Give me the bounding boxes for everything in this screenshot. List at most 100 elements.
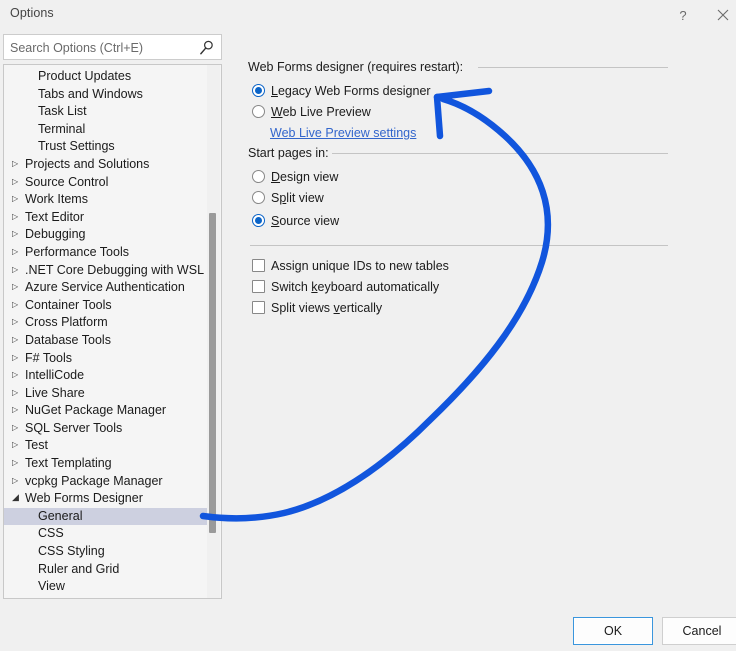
tree-item-nuget-package-manager[interactable]: NuGet Package Manager bbox=[4, 402, 209, 420]
ok-button[interactable]: OK bbox=[573, 617, 653, 645]
chevron-right-icon[interactable] bbox=[12, 472, 25, 490]
tree-item-task-list[interactable]: Task List bbox=[4, 103, 209, 121]
tree-item-view[interactable]: View bbox=[4, 578, 209, 596]
tree-item-css[interactable]: CSS bbox=[4, 525, 209, 543]
search-box[interactable] bbox=[3, 34, 222, 60]
tree-item-text-editor[interactable]: Text Editor bbox=[4, 209, 209, 227]
radio-row-source-view[interactable]: Source view bbox=[252, 212, 339, 230]
tree-item-label: CSS bbox=[38, 526, 64, 541]
chevron-right-icon[interactable] bbox=[12, 296, 25, 314]
checkbox-row-split-views-vertically[interactable]: Split views vertically bbox=[252, 299, 382, 317]
radio-row-legacy-web-forms-designer[interactable]: Legacy Web Forms designer bbox=[252, 82, 431, 100]
tree-item-text-templating[interactable]: Text Templating bbox=[4, 455, 209, 473]
checkbox-row-assign-unique-ids[interactable]: Assign unique IDs to new tables bbox=[252, 257, 449, 275]
tree-item-label: General bbox=[38, 508, 83, 523]
tree-item-label: Performance Tools bbox=[25, 244, 129, 259]
tree-item-container-tools[interactable]: Container Tools bbox=[4, 297, 209, 315]
tree-item-tabs-and-windows[interactable]: Tabs and Windows bbox=[4, 86, 209, 104]
chevron-right-icon[interactable] bbox=[12, 190, 25, 208]
chevron-right-icon[interactable] bbox=[12, 155, 25, 173]
checkbox-split-views-vertically[interactable] bbox=[252, 301, 265, 314]
radio-label-design-accesskey: D bbox=[271, 170, 281, 184]
tree-item-database-tools[interactable]: Database Tools bbox=[4, 332, 209, 350]
chevron-right-icon[interactable] bbox=[12, 261, 25, 279]
chevron-right-icon[interactable] bbox=[12, 366, 25, 384]
help-button[interactable]: ? bbox=[666, 0, 700, 30]
chevron-right-icon[interactable] bbox=[12, 384, 25, 402]
tree-item-label: .NET Core Debugging with WSL bbox=[25, 262, 205, 277]
radio-row-design-view[interactable]: Design view bbox=[252, 168, 338, 186]
tree-item-projects-and-solutions[interactable]: Projects and Solutions bbox=[4, 156, 209, 174]
chevron-right-icon[interactable] bbox=[12, 173, 25, 191]
tree-scrollbar-thumb[interactable] bbox=[209, 213, 216, 533]
tree-item-azure-service-authentication[interactable]: Azure Service Authentication bbox=[4, 279, 209, 297]
search-icon[interactable] bbox=[198, 39, 215, 56]
radio-split-view[interactable] bbox=[252, 191, 265, 204]
tree-item-label: Terminal bbox=[38, 121, 86, 136]
tree-item-label: SQL Server Tools bbox=[25, 420, 123, 435]
chevron-right-icon[interactable] bbox=[12, 313, 25, 331]
tree-item-source-control[interactable]: Source Control bbox=[4, 174, 209, 192]
tree-item-debugging[interactable]: Debugging bbox=[4, 226, 209, 244]
search-input[interactable] bbox=[10, 39, 190, 57]
tree-item-test[interactable]: Test bbox=[4, 437, 209, 455]
tree-item-intellicode[interactable]: IntelliCode bbox=[4, 367, 209, 385]
tree-scrollbar-track[interactable] bbox=[207, 65, 220, 598]
radio-label-legacy-accesskey: L bbox=[271, 84, 278, 98]
tree-item-label: Database Tools bbox=[25, 332, 111, 347]
chevron-right-icon[interactable] bbox=[12, 401, 25, 419]
radio-row-web-live-preview[interactable]: Web Live Preview bbox=[252, 103, 371, 121]
tree-item-trust-settings[interactable]: Trust Settings bbox=[4, 138, 209, 156]
tree-item-terminal[interactable]: Terminal bbox=[4, 121, 209, 139]
tree-item-label: Projects and Solutions bbox=[25, 156, 150, 171]
designer-group-rule bbox=[478, 67, 668, 68]
tree-item-css-styling[interactable]: CSS Styling bbox=[4, 543, 209, 561]
tree-item-f-tools[interactable]: F# Tools bbox=[4, 350, 209, 368]
chevron-right-icon[interactable] bbox=[12, 419, 25, 437]
chevron-right-icon[interactable] bbox=[12, 331, 25, 349]
checkbox-row-switch-keyboard[interactable]: Switch keyboard automatically bbox=[252, 278, 439, 296]
tree-item-cross-platform[interactable]: Cross Platform bbox=[4, 314, 209, 332]
chevron-right-icon[interactable] bbox=[12, 208, 25, 226]
tree-item-live-share[interactable]: Live Share bbox=[4, 385, 209, 403]
radio-label-split-view: lit view bbox=[286, 191, 324, 205]
tree-item-product-updates[interactable]: Product Updates bbox=[4, 68, 209, 86]
tree-item-web-forms-designer[interactable]: Web Forms Designer bbox=[4, 490, 209, 508]
radio-design-view[interactable] bbox=[252, 170, 265, 183]
tree-item-general[interactable]: General bbox=[4, 507, 209, 526]
chevron-down-icon[interactable] bbox=[12, 489, 25, 507]
tree-item-label: Source Control bbox=[25, 174, 109, 189]
chevron-right-icon[interactable] bbox=[12, 436, 25, 454]
cancel-button[interactable]: Cancel bbox=[662, 617, 736, 645]
web-live-preview-settings-link[interactable]: Web Live Preview settings bbox=[270, 126, 416, 140]
tree-item-label: Live Share bbox=[25, 385, 85, 400]
checkbox-label-assign-accesskey: g bbox=[294, 259, 302, 273]
tree-item-label: CSS Styling bbox=[38, 544, 105, 559]
close-button[interactable] bbox=[706, 0, 736, 30]
chevron-right-icon[interactable] bbox=[12, 454, 25, 472]
tree-item-sql-server-tools[interactable]: SQL Server Tools bbox=[4, 420, 209, 438]
tree-item-vcpkg-package-manager[interactable]: vcpkg Package Manager bbox=[4, 473, 209, 491]
tree-item-ruler-and-grid[interactable]: Ruler and Grid bbox=[4, 561, 209, 579]
chevron-right-icon[interactable] bbox=[12, 243, 25, 261]
tree-item-label: Trust Settings bbox=[38, 139, 115, 154]
tree-item-label: Azure Service Authentication bbox=[25, 280, 185, 295]
chevron-right-icon[interactable] bbox=[12, 278, 25, 296]
checkbox-assign-unique-ids[interactable] bbox=[252, 259, 265, 272]
window-title: Options bbox=[10, 6, 54, 20]
tree-item-net-core-debugging-with-wsl[interactable]: .NET Core Debugging with WSL bbox=[4, 262, 209, 280]
tree-item-label: View bbox=[38, 579, 65, 594]
tree-item-performance-tools[interactable]: Performance Tools bbox=[4, 244, 209, 262]
options-tree-list[interactable]: Product Updates Tabs and Windows Task List… bbox=[4, 68, 209, 596]
checkbox-label-assign-unique-ids: n unique IDs to new tables bbox=[301, 259, 449, 273]
radio-web-live-preview[interactable] bbox=[252, 105, 265, 118]
radio-source-view[interactable] bbox=[252, 214, 265, 227]
radio-legacy-web-forms-designer[interactable] bbox=[252, 84, 265, 97]
tree-item-work-items[interactable]: Work Items bbox=[4, 191, 209, 209]
chevron-right-icon[interactable] bbox=[12, 349, 25, 367]
chevron-right-icon[interactable] bbox=[12, 225, 25, 243]
radio-row-split-view[interactable]: Split view bbox=[252, 189, 324, 207]
checkbox-switch-keyboard[interactable] bbox=[252, 280, 265, 293]
radio-label-source-view: ource view bbox=[279, 214, 340, 228]
options-tree-panel[interactable]: Product Updates Tabs and Windows Task List… bbox=[3, 64, 222, 599]
